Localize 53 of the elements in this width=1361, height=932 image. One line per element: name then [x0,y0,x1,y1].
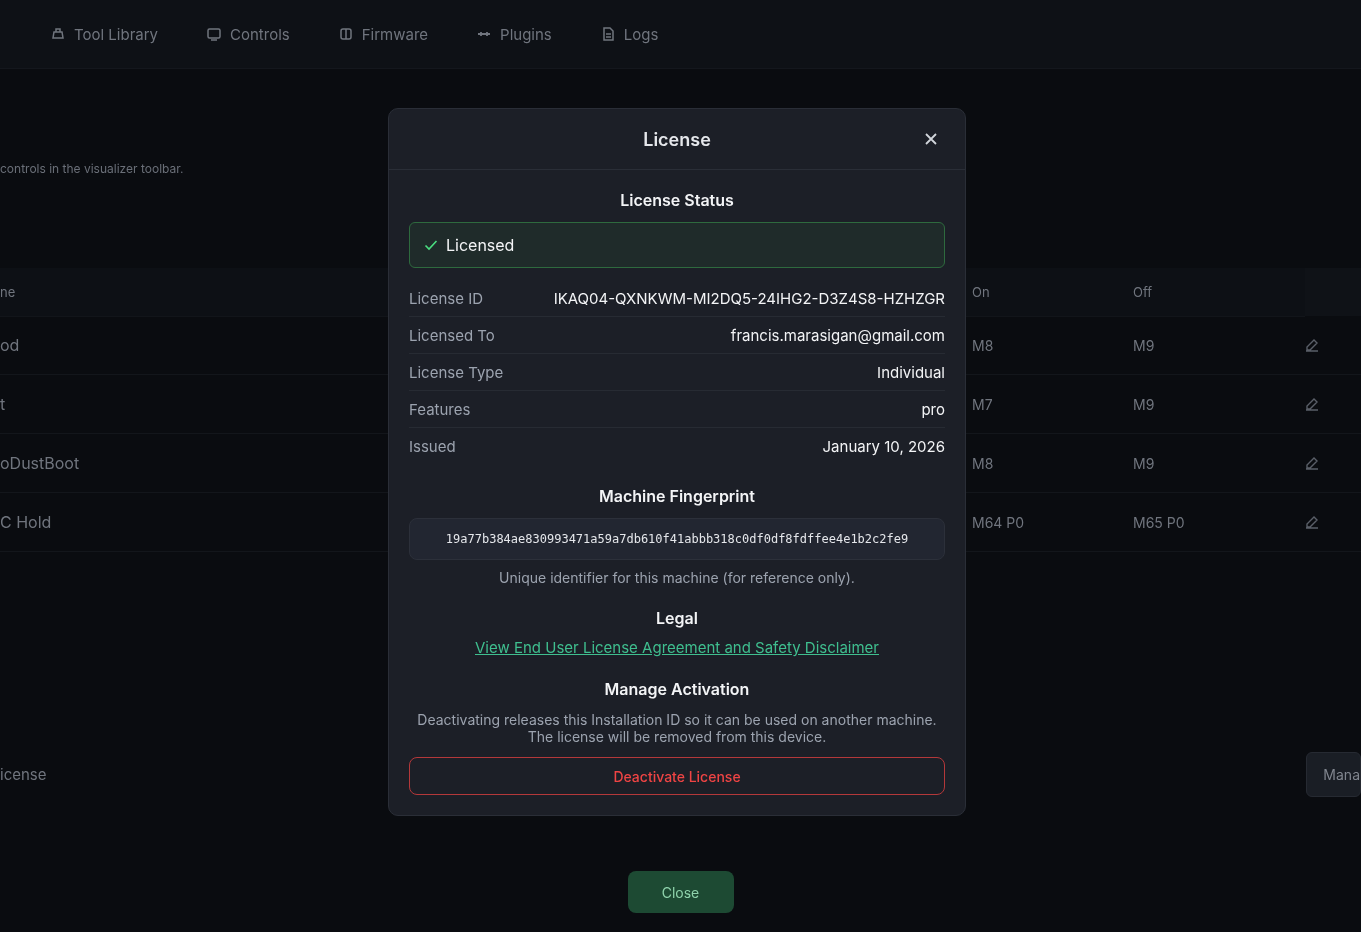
page-subtitle: controls in the visualizer toolbar. [0,161,184,176]
nav-tab[interactable]: Controls [206,24,290,44]
edit-icon[interactable] [1305,456,1319,470]
fingerprint-field: 19a77b384ae830993471a59a7db610f41abbb318c0df0df8fdffee4e1b2c2fe9 [409,518,945,560]
nav-tab[interactable]: Tool Library [50,24,159,44]
table-cell: M9 [1133,336,1155,354]
dialog-title: License [643,128,711,150]
detail-label: Issued [409,436,456,456]
section-heading: Legal [655,608,699,628]
check-icon [424,238,438,252]
close-button[interactable]: Close [627,871,734,913]
table-cell: M65 P0 [1133,513,1185,531]
detail-label: License ID [409,288,484,308]
nav-tab[interactable]: Logs [599,24,659,44]
deactivate-button[interactable]: Deactivate License [409,757,945,795]
column-header: On [972,284,990,300]
table-cell: M8 [972,336,994,354]
detail-value: pro [921,399,945,419]
detail-label: Features [409,399,471,419]
detail-value: Individual [877,362,945,382]
edit-icon[interactable] [1305,397,1319,411]
eula-link[interactable]: View End User License Agreement and Safety Disclaimer [475,638,879,657]
column-header: Off [1133,284,1153,300]
detail-label: License Type [409,362,504,382]
edit-icon[interactable] [1305,515,1319,529]
table-cell: C Hold [0,512,52,532]
detail-value: francis.marasigan@gmail.com [730,325,945,345]
tab-icon [50,26,66,42]
detail-value: January 10, 2026 [822,436,945,456]
detail-value: IKAQ04-QXNKWM-MI2DQ5-24IHG2-D3Z4S8-HZHZGR [553,288,945,308]
table-cell: oDustBoot [0,453,80,473]
table-cell: od [0,335,20,355]
section-heading: License Status [619,190,735,210]
manage-note: Deactivating releases this Installation ID so it can be used on another machine. The license will be removed from this device. [416,711,938,745]
setting-label: icense [0,765,47,784]
table-cell: M8 [972,454,994,472]
table-cell: M7 [972,395,993,413]
detail-label: Licensed To [409,325,495,345]
nav-tab[interactable]: Plugins [476,24,552,44]
table-cell: M9 [1133,395,1155,413]
column-header: ne [0,284,16,300]
tab-icon [337,26,354,42]
section-heading: Machine Fingerprint [598,486,756,506]
nav-tab[interactable]: Firmware [337,24,429,44]
table-cell: t [0,394,6,414]
tab-icon [206,26,223,42]
fingerprint-note: Unique identifier for this machine (for reference only). [498,569,856,586]
table-cell: M9 [1133,454,1155,472]
edit-icon[interactable] [1305,338,1319,352]
section-heading: Manage Activation [603,679,751,699]
status-label: Licensed [446,235,515,255]
table-cell: M64 P0 [972,513,1025,531]
manage-button[interactable]: Mana [1306,752,1361,797]
